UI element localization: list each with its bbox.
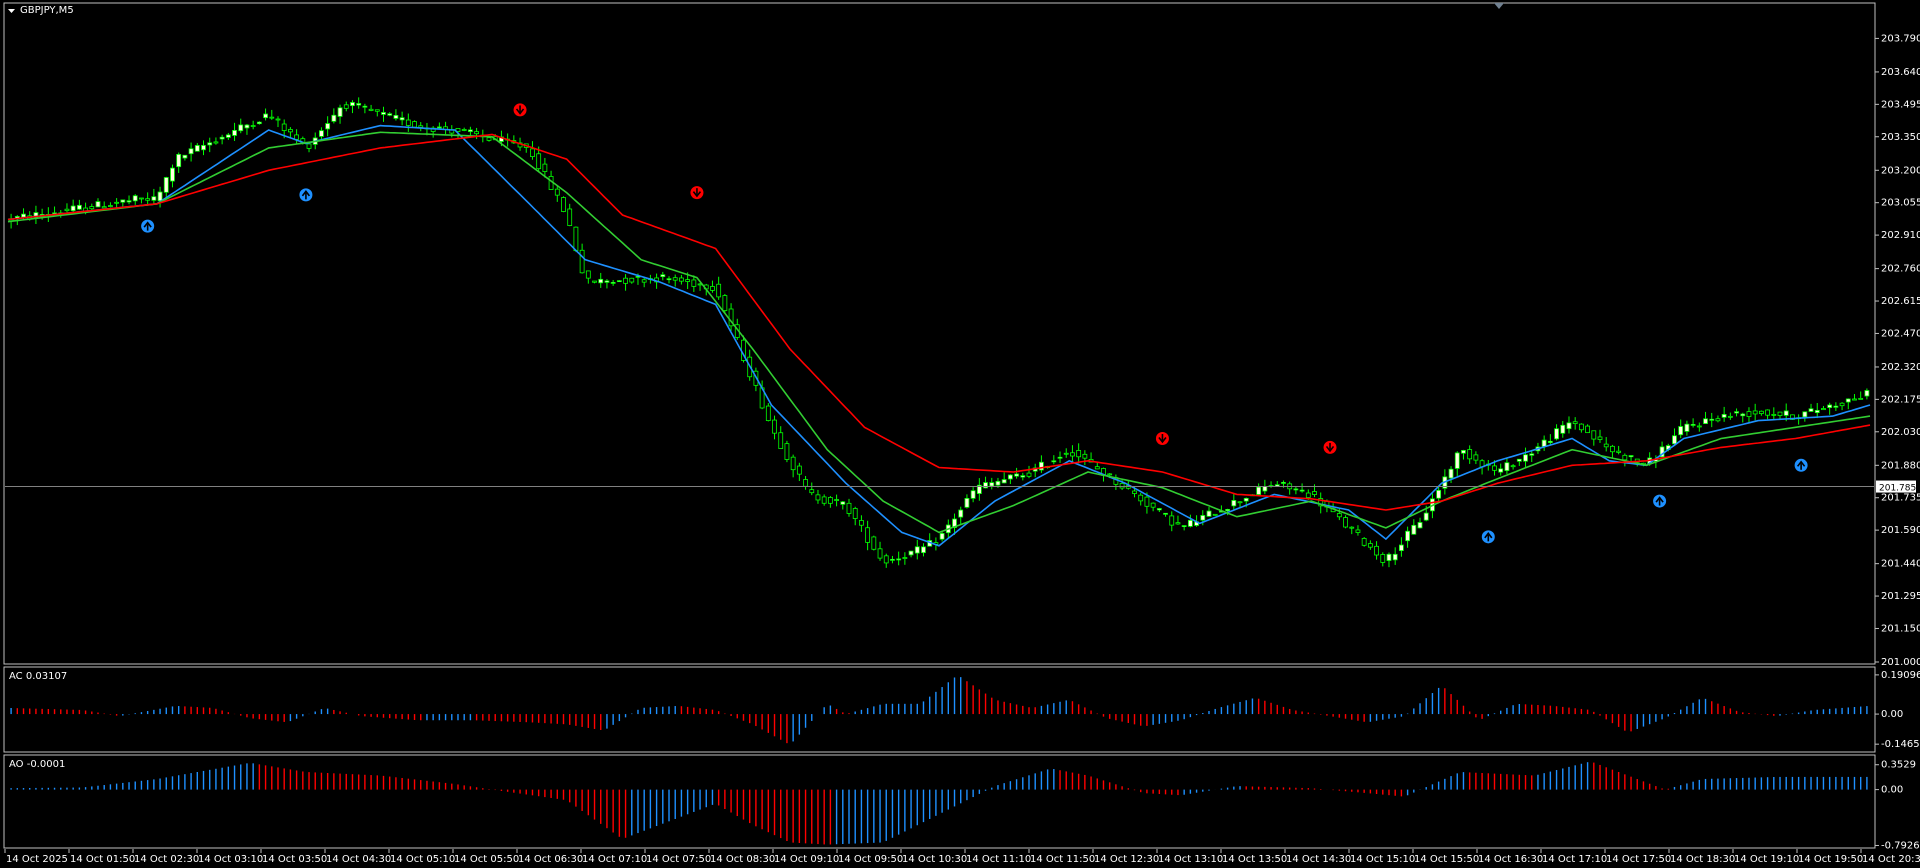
time-tick-label: 14 Oct 16:30 xyxy=(1478,854,1543,865)
arrow-down-icon xyxy=(1155,431,1169,445)
time-tick-label: 14 Oct 05:50 xyxy=(454,854,519,865)
candle xyxy=(871,535,877,551)
trading-chart[interactable]: GBPJPY,M5 AC 0.03107 AO -0.0001 201.785 … xyxy=(0,0,1920,868)
indicator-tick-label: -0.14659 xyxy=(1881,739,1920,750)
price-tick-label: 201.590 xyxy=(1881,525,1920,536)
indicator-tick-label: 0.19096 xyxy=(1881,670,1920,681)
time-tick-label: 14 Oct 03:10 xyxy=(198,854,263,865)
time-tick-label: 14 Oct 05:10 xyxy=(390,854,455,865)
time-tick-label: 14 Oct 13:10 xyxy=(1158,854,1223,865)
price-tick-label: 203.055 xyxy=(1881,198,1920,209)
price-tick-label: 201.735 xyxy=(1881,493,1920,504)
time-tick-label: 14 Oct 09:50 xyxy=(838,854,903,865)
price-tick-label: 203.350 xyxy=(1881,132,1920,143)
time-tick-label: 14 Oct 02:30 xyxy=(134,854,199,865)
time-tick-label: 14 Oct 18:30 xyxy=(1670,854,1735,865)
time-tick-label: 14 Oct 11:10 xyxy=(966,854,1031,865)
time-tick-label: 14 Oct 20:30 xyxy=(1862,854,1920,865)
arrow-up-icon xyxy=(1481,530,1495,544)
indicator-tick-label: 0.00 xyxy=(1881,709,1903,720)
arrow-up-icon xyxy=(1794,458,1808,472)
candle xyxy=(412,120,417,128)
time-tick-label: 14 Oct 07:50 xyxy=(646,854,711,865)
arrow-up-icon xyxy=(299,188,313,202)
candle xyxy=(616,280,622,283)
price-tick-label: 201.295 xyxy=(1881,591,1920,602)
candle xyxy=(765,403,771,422)
price-tick-label: 202.030 xyxy=(1881,427,1920,438)
time-tick-label: 14 Oct 15:10 xyxy=(1350,854,1415,865)
price-tick-label: 202.470 xyxy=(1881,328,1920,339)
time-tick-label: 14 Oct 06:30 xyxy=(518,854,583,865)
price-tick-label: 203.640 xyxy=(1881,67,1920,78)
arrow-up-icon xyxy=(1653,494,1667,508)
time-tick-label: 14 Oct 14:30 xyxy=(1286,854,1351,865)
ac-title: AC 0.03107 xyxy=(9,671,67,682)
arrow-down-icon xyxy=(1323,440,1337,454)
ao-title: AO -0.0001 xyxy=(9,759,65,770)
time-tick-label: 14 Oct 17:50 xyxy=(1606,854,1671,865)
price-tick-label: 202.910 xyxy=(1881,230,1920,241)
indicator-tick-label: 0.00 xyxy=(1881,785,1903,796)
time-tick-label: 14 Oct 09:10 xyxy=(774,854,839,865)
arrow-down-icon xyxy=(690,186,704,200)
price-tick-label: 202.175 xyxy=(1881,394,1920,405)
time-tick-label: 14 Oct 11:50 xyxy=(1030,854,1095,865)
time-tick-label: 14 Oct 12:30 xyxy=(1094,854,1159,865)
time-tick-label: 14 Oct 13:50 xyxy=(1222,854,1287,865)
indicator-tick-label: -0.7926 xyxy=(1881,840,1920,851)
time-tick-label: 14 Oct 2025 xyxy=(6,854,68,865)
candle xyxy=(1361,537,1367,547)
time-tick-label: 14 Oct 04:30 xyxy=(326,854,391,865)
time-tick-label: 14 Oct 01:50 xyxy=(70,854,135,865)
time-tick-label: 14 Oct 03:50 xyxy=(262,854,327,865)
candle xyxy=(784,440,790,463)
time-tick-label: 14 Oct 08:30 xyxy=(710,854,775,865)
price-tick-label: 201.150 xyxy=(1881,623,1920,634)
time-tick-label: 14 Oct 17:10 xyxy=(1542,854,1607,865)
time-tick-label: 14 Oct 15:50 xyxy=(1414,854,1479,865)
price-tick-label: 202.760 xyxy=(1881,264,1920,275)
price-tick-label: 203.790 xyxy=(1881,33,1920,44)
symbol-label: GBPJPY,M5 xyxy=(20,5,74,16)
candle xyxy=(1343,515,1348,529)
price-tick-label: 202.320 xyxy=(1881,362,1920,373)
price-tick-label: 201.440 xyxy=(1881,559,1920,570)
arrow-down-icon xyxy=(513,103,527,117)
time-tick-label: 14 Oct 10:30 xyxy=(902,854,967,865)
price-tick-label: 203.200 xyxy=(1881,165,1920,176)
candle xyxy=(561,196,566,213)
time-tick-label: 14 Oct 07:10 xyxy=(582,854,647,865)
price-tick-label: 203.495 xyxy=(1881,99,1920,110)
indicator-tick-label: 0.3529 xyxy=(1881,760,1916,771)
chart-background xyxy=(0,0,1920,868)
price-tick-label: 201.000 xyxy=(1881,657,1920,668)
time-tick-label: 14 Oct 19:50 xyxy=(1798,854,1863,865)
time-tick-label: 14 Oct 19:10 xyxy=(1734,854,1799,865)
price-tick-label: 201.880 xyxy=(1881,460,1920,471)
arrow-up-icon xyxy=(141,219,155,233)
price-tick-label: 202.615 xyxy=(1881,296,1920,307)
candle xyxy=(1212,513,1218,516)
